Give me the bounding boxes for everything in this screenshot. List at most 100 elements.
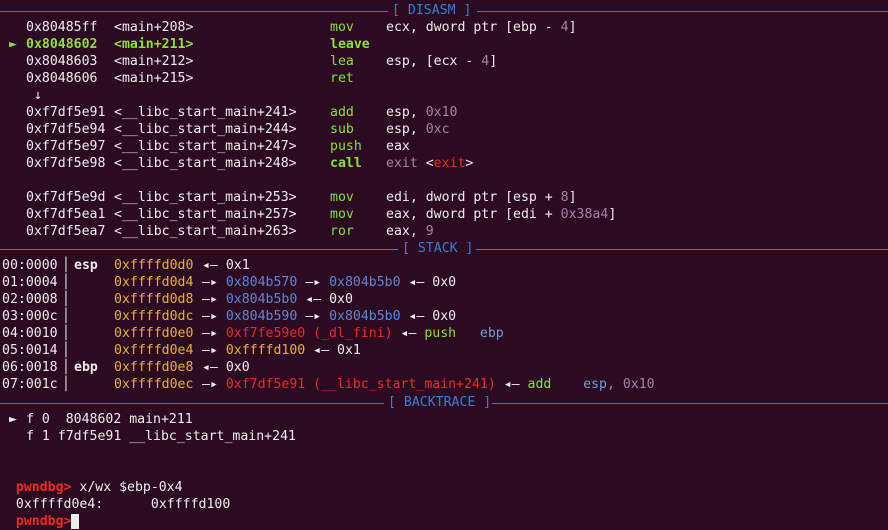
text-cursor bbox=[71, 513, 80, 529]
console-line-1: pwndbg> x/wx $ebp-0x4 bbox=[0, 462, 183, 495]
chain-token: 0x804b570 bbox=[225, 275, 298, 290]
frame-text: f 0 8048602 main+211 bbox=[26, 412, 193, 427]
chain-token: ◂— bbox=[202, 360, 226, 375]
stack-offset: 02:0008 bbox=[2, 292, 58, 307]
chain-token: —▸ bbox=[202, 377, 226, 392]
instruction-mnemonic: ror bbox=[330, 224, 354, 239]
chain-token: ◂— bbox=[400, 275, 433, 290]
chain-token: 0x1 bbox=[337, 343, 361, 358]
operand-token: > bbox=[465, 156, 474, 171]
instruction-mnemonic: mov bbox=[330, 207, 354, 222]
operand-token: ] bbox=[568, 20, 577, 35]
operand-token: 8 bbox=[560, 190, 569, 205]
stack-divider: │ bbox=[62, 377, 70, 392]
stack-divider: │ bbox=[62, 275, 70, 290]
operand-token: eax, bbox=[386, 224, 426, 239]
operand-token: 0xc bbox=[425, 122, 450, 137]
stack-offset: 06:0018 bbox=[2, 360, 58, 375]
backtrace-separator: [ BACKTRACE ] bbox=[0, 394, 888, 411]
operand-token: esp, bbox=[386, 105, 426, 120]
instruction-symbol: <__libc_start_main+247> bbox=[114, 139, 297, 154]
instruction-address: 0x80485ff bbox=[26, 20, 98, 35]
instruction-mnemonic: ret bbox=[330, 71, 354, 86]
operand-token: esp, bbox=[386, 122, 426, 137]
chain-token: —▸ bbox=[202, 326, 226, 341]
console-input[interactable]: pwndbg> bbox=[0, 496, 80, 529]
chain-token: 0x804b5b0 bbox=[329, 275, 401, 290]
stack-offset: 03:000c bbox=[2, 309, 58, 324]
chain-token: ◂— bbox=[400, 309, 433, 324]
stack-register: ebp bbox=[74, 360, 98, 375]
operand-token: 4 bbox=[560, 20, 569, 35]
instruction-symbol: <main+208> bbox=[114, 20, 194, 35]
chain-token: 0x804b5b0 bbox=[225, 292, 298, 307]
chain-token: —▸ bbox=[202, 343, 226, 358]
stack-divider: │ bbox=[62, 360, 70, 375]
stack-address: 0xffffd0e0 bbox=[114, 326, 194, 341]
stack-address: 0xffffd0d0 bbox=[114, 258, 194, 273]
chain-token: ◂— bbox=[392, 326, 425, 341]
chain-token: 0x1 bbox=[225, 258, 250, 273]
output-value: 0xffffd100 bbox=[150, 497, 231, 512]
stack-offset: 04:0010 bbox=[2, 326, 58, 341]
chain-token: ◂— bbox=[202, 258, 226, 273]
chain-token: 0xffffd100 bbox=[225, 343, 306, 358]
stack-chain: —▸ 0xffffd100 ◂— 0x1 bbox=[202, 342, 361, 359]
instruction-address: 0x8048606 bbox=[26, 71, 98, 86]
chain-token: 0xf7df5e91 (__libc_start_main+241) bbox=[225, 377, 496, 392]
stack-address: 0xffffd0e4 bbox=[114, 343, 194, 358]
instruction-address: 0xf7df5e97 bbox=[26, 139, 106, 154]
chain-token: ebp bbox=[456, 326, 504, 341]
chain-token: 0x0 bbox=[225, 360, 250, 375]
instruction-operands: edi, dword ptr [esp + 8] bbox=[386, 189, 577, 206]
stack-divider: │ bbox=[62, 309, 70, 324]
instruction-operands: esp, 0xc bbox=[386, 121, 450, 138]
chain-token: 0xf7fe59e0 (_dl_fini) bbox=[225, 326, 393, 341]
chain-token: 0x10 bbox=[622, 377, 655, 392]
chain-token: 0x0 bbox=[432, 275, 457, 290]
operand-token: 0x10 bbox=[425, 105, 458, 120]
instruction-address: 0xf7df5e94 bbox=[26, 122, 106, 137]
instruction-operands: esp, 0x10 bbox=[386, 104, 457, 121]
stack-offset: 01:0004 bbox=[2, 275, 58, 290]
operand-token: ] bbox=[568, 190, 577, 205]
instruction-symbol: <__libc_start_main+257> bbox=[114, 207, 297, 222]
stack-offset: 07:001c bbox=[2, 377, 58, 392]
stack-offset: 05:0014 bbox=[2, 343, 58, 358]
stack-chain: ◂— 0x0 bbox=[202, 359, 250, 376]
instruction-symbol: <__libc_start_main+244> bbox=[114, 122, 297, 137]
operand-token: exit bbox=[386, 156, 426, 171]
stack-offset: 00:0000 bbox=[2, 258, 58, 273]
stack-address: 0xffffd0e8 bbox=[114, 360, 194, 375]
stack-chain: ◂— 0x1 bbox=[202, 257, 250, 274]
chain-token: 0x0 bbox=[329, 292, 353, 307]
chain-token: ◂— bbox=[297, 292, 330, 307]
instruction-address: 0xf7df5ea1 bbox=[26, 207, 106, 222]
chain-token: —▸ bbox=[202, 292, 226, 307]
disasm-separator: [ DISASM ] bbox=[0, 2, 888, 19]
operand-token: ] bbox=[489, 54, 498, 69]
chain-token: esp, bbox=[551, 377, 623, 392]
instruction-mnemonic: add bbox=[330, 105, 354, 120]
stack-chain: —▸ 0xf7df5e91 (__libc_start_main+241) ◂—… bbox=[202, 376, 655, 393]
operand-token: edi, dword ptr [esp + bbox=[386, 190, 561, 205]
console-output: 0xffffd0e4: 0xffffd100 bbox=[0, 479, 230, 512]
stack-divider: │ bbox=[62, 326, 70, 341]
instruction-address: 0xf7df5e9d bbox=[26, 190, 106, 205]
disasm-title: [ DISASM ] bbox=[392, 3, 472, 18]
stack-address: 0xffffd0ec bbox=[114, 377, 194, 392]
stack-address: 0xffffd0d4 bbox=[114, 275, 194, 290]
stack-chain: —▸ 0xf7fe59e0 (_dl_fini) ◂— push ebp bbox=[202, 325, 504, 342]
instruction-mnemonic: call bbox=[330, 156, 362, 171]
stack-address: 0xffffd0dc bbox=[114, 309, 194, 324]
instruction-mnemonic: push bbox=[330, 139, 362, 154]
operand-token: < bbox=[425, 156, 434, 171]
instruction-operands: esp, [ecx - 4] bbox=[386, 53, 497, 70]
stack-divider: │ bbox=[62, 292, 70, 307]
chain-token: ◂— bbox=[305, 343, 337, 358]
chain-token: push bbox=[424, 326, 457, 341]
chain-token: 0x0 bbox=[432, 309, 457, 324]
instruction-operands: eax, dword ptr [edi + 0x38a4] bbox=[386, 206, 616, 223]
frame-text: f 1 f7df5e91 __libc_start_main+241 bbox=[26, 429, 296, 444]
stack-chain: —▸ 0x804b5b0 ◂— 0x0 bbox=[202, 291, 353, 308]
